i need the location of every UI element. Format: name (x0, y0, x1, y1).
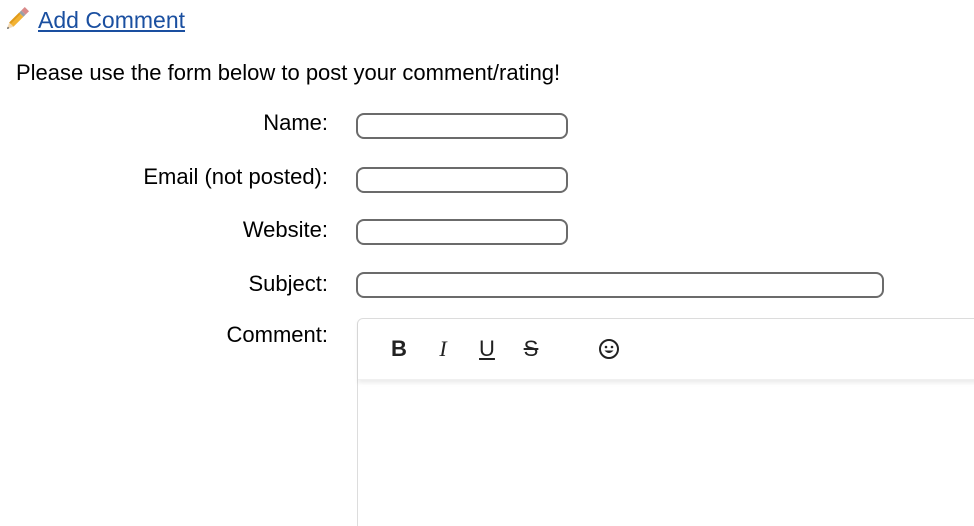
email-input[interactable] (356, 167, 568, 193)
name-label: Name: (263, 110, 328, 135)
comment-label: Comment: (226, 322, 328, 347)
italic-button[interactable]: I (430, 334, 456, 364)
strikethrough-button[interactable]: S (518, 334, 544, 364)
website-input[interactable] (356, 219, 568, 245)
name-input[interactable] (356, 113, 568, 139)
underline-button[interactable]: U (474, 334, 500, 364)
subject-input[interactable] (356, 272, 884, 298)
website-label: Website: (242, 217, 328, 242)
add-comment-link[interactable]: Add Comment (2, 4, 185, 34)
smiley-icon (599, 339, 619, 359)
emoji-button[interactable] (596, 334, 622, 364)
subject-label: Subject: (248, 271, 329, 296)
form-intro-text: Please use the form below to post your c… (16, 60, 561, 85)
comment-form-page: Add Comment Please use the form below to… (0, 0, 974, 526)
pencil-icon (7, 6, 30, 29)
comment-editor: B I U S (357, 318, 974, 526)
email-label: Email (not posted): (143, 164, 328, 189)
editor-toolbar: B I U S (358, 319, 974, 380)
add-comment-label: Add Comment (38, 7, 186, 33)
bold-button[interactable]: B (386, 334, 412, 364)
comment-textarea[interactable] (358, 380, 974, 526)
